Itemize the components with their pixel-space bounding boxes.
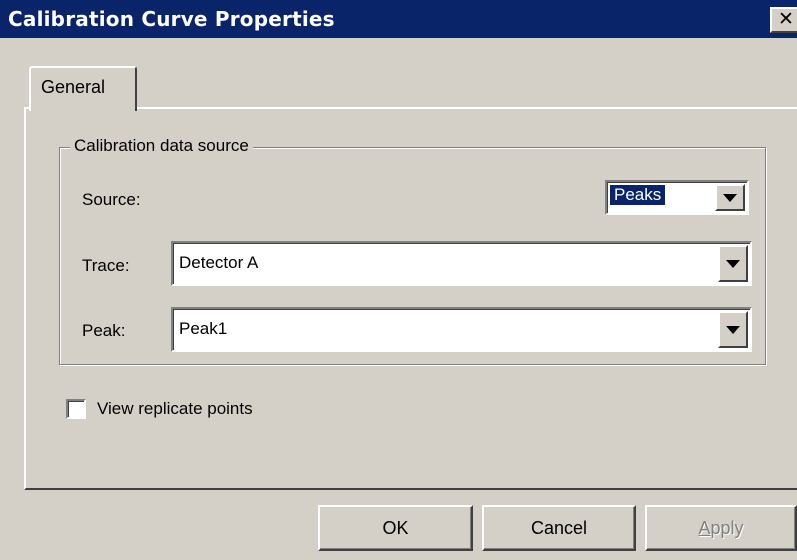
cancel-button[interactable]: Cancel [482, 505, 636, 551]
trace-dropdown-button[interactable] [718, 245, 748, 282]
window-title: Calibration Curve Properties [8, 7, 335, 31]
source-value: Peaks [608, 184, 667, 206]
cancel-button-label: Cancel [530, 518, 588, 538]
source-label: Source: [82, 190, 141, 209]
source-dropdown-button[interactable] [715, 184, 745, 211]
apply-button-label: Apply [698, 518, 744, 538]
view-replicates-label[interactable]: View replicate points [97, 399, 253, 419]
view-replicates-checkbox[interactable] [66, 399, 86, 419]
source-dropdown[interactable]: Peaks [605, 180, 749, 215]
peak-label: Peak: [82, 321, 126, 340]
peak-value: Peak1 [179, 319, 228, 338]
tab-general-label: General [41, 77, 106, 97]
ok-button[interactable]: OK [318, 505, 473, 551]
chevron-down-icon [726, 259, 740, 268]
trace-dropdown[interactable]: Detector A [171, 241, 752, 286]
trace-label: Trace: [82, 256, 130, 275]
tab-general[interactable]: General [29, 66, 137, 111]
trace-value: Detector A [179, 253, 259, 272]
close-button[interactable]: ✕ [770, 7, 797, 33]
title-bar: Calibration Curve Properties ✕ [0, 0, 797, 38]
peak-dropdown[interactable]: Peak1 [171, 307, 752, 352]
close-icon: ✕ [778, 8, 794, 30]
chevron-down-icon [726, 325, 740, 334]
apply-button[interactable]: Apply [645, 505, 797, 551]
peak-dropdown-button[interactable] [718, 311, 748, 348]
groupbox-legend: Calibration data source [70, 136, 253, 156]
ok-button-label: OK [382, 518, 409, 538]
chevron-down-icon [723, 193, 737, 202]
